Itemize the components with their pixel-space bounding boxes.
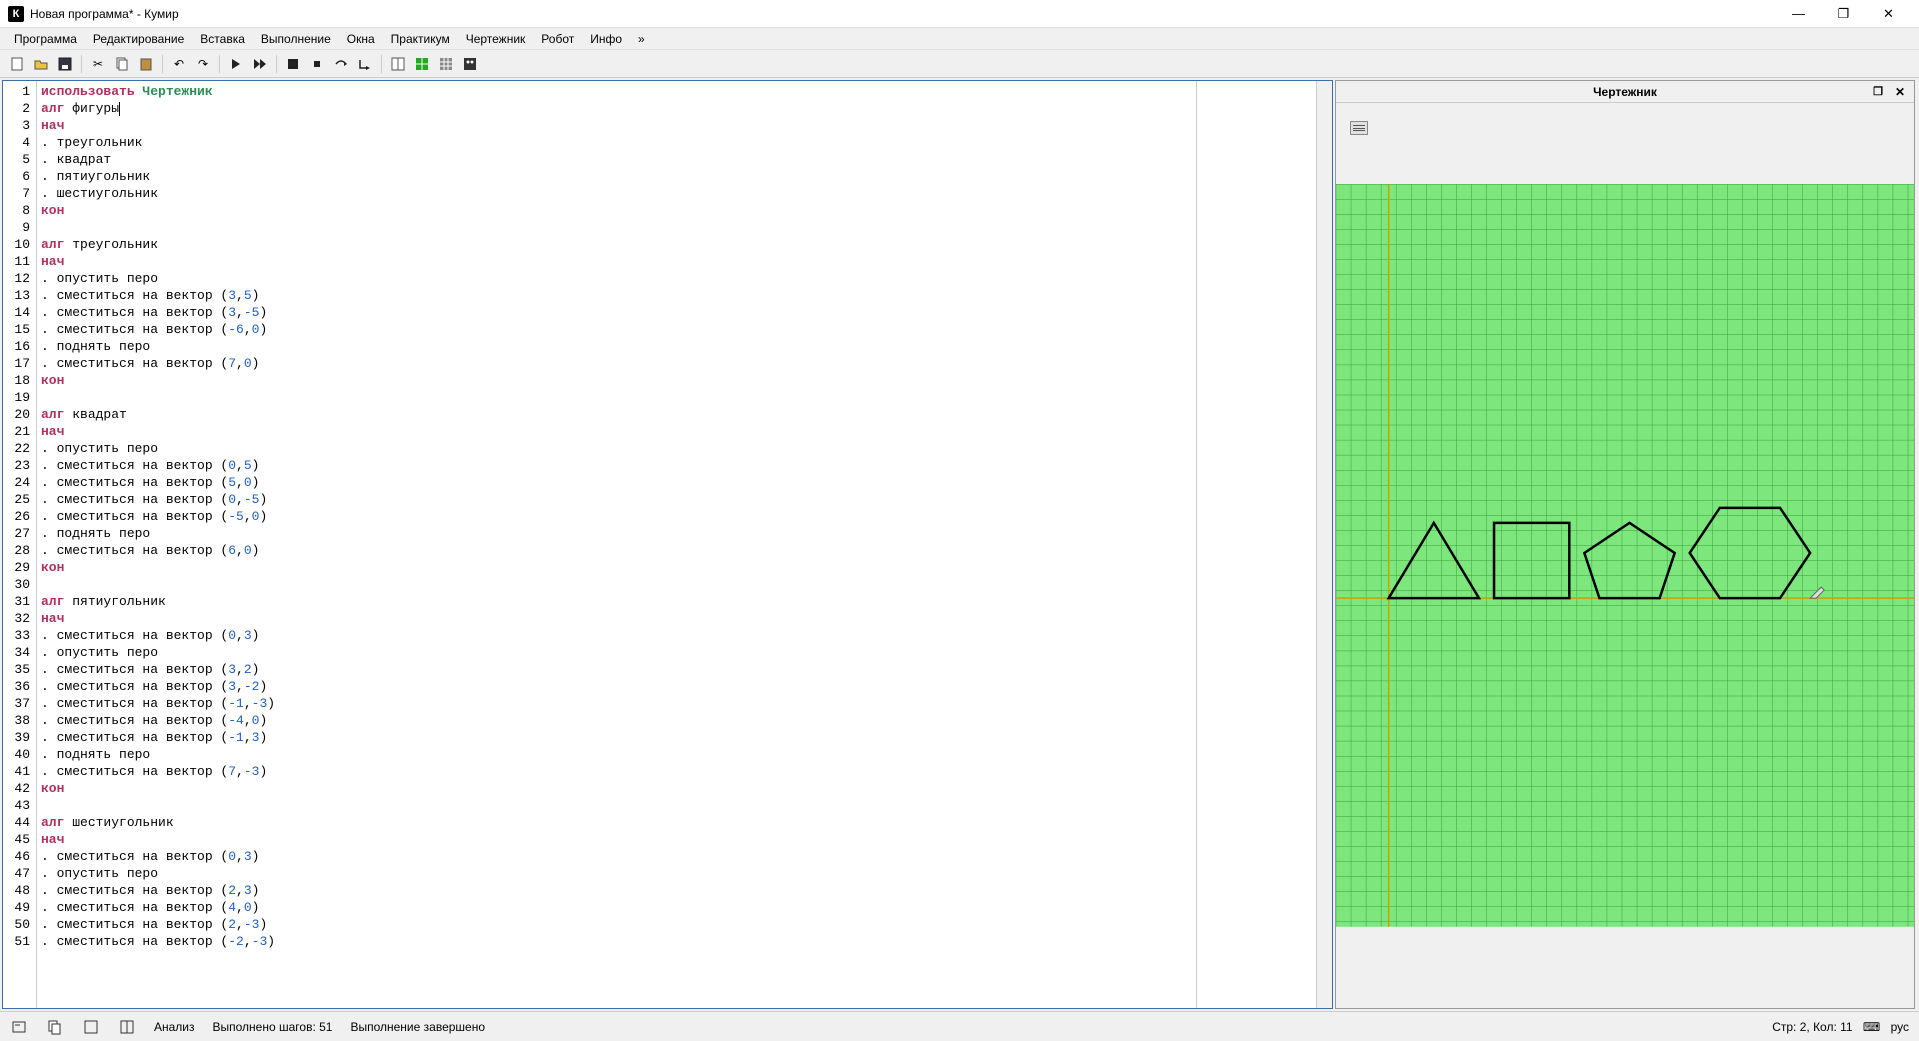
line-gutter: 1234567891011121314151617181920212223242… [3,81,37,1008]
close-drawer-icon[interactable]: ✕ [1892,84,1908,100]
step-into-icon[interactable] [354,53,376,75]
window-title: Новая программа* - Кумир [30,7,179,21]
run-icon[interactable] [225,53,247,75]
editor-pane: 1234567891011121314151617181920212223242… [2,80,1333,1009]
cursor-position: Стр: 2, Кол: 11 [1772,1020,1852,1034]
step-over-icon[interactable] [330,53,352,75]
stop-icon[interactable] [282,53,304,75]
menu-робот[interactable]: Робот [533,30,582,48]
menu-окна[interactable]: Окна [339,30,383,48]
hamburger-icon[interactable] [1350,121,1368,135]
menu-программа[interactable]: Программа [6,30,85,48]
terminal-icon[interactable] [82,1018,100,1036]
output-icon[interactable] [10,1018,28,1036]
open-file-icon[interactable] [30,53,52,75]
cut-icon[interactable]: ✂ [87,53,109,75]
menu-»[interactable]: » [630,30,653,48]
keyboard-icon[interactable]: ⌨ [1863,1018,1881,1036]
app-icon: К [8,6,24,22]
main-area: 1234567891011121314151617181920212223242… [0,78,1919,1011]
robot-icon[interactable] [459,53,481,75]
close-button[interactable]: ✕ [1866,0,1911,28]
steps-label: Выполнено шагов: 51 [213,1020,333,1034]
menu-выполнение[interactable]: Выполнение [253,30,339,48]
drawer-pane: Чертежник ❐ ✕ [1335,80,1915,1009]
vertical-scrollbar[interactable] [1316,81,1332,1008]
exec-status: Выполнение завершено [350,1020,485,1034]
menu-редактирование[interactable]: Редактирование [85,30,192,48]
drawer-title-bar: Чертежник ❐ ✕ [1336,81,1914,103]
maximize-button[interactable]: ❐ [1821,0,1866,28]
lang-indicator[interactable]: рус [1891,1020,1909,1034]
toolbar: ✂ ↶ ↷ [0,50,1919,78]
undo-icon[interactable]: ↶ [168,53,190,75]
split-icon[interactable] [118,1018,136,1036]
copy-icon[interactable] [111,53,133,75]
title-bar: К Новая программа* - Кумир ― ❐ ✕ [0,0,1919,28]
drawer-title: Чертежник [1593,85,1657,99]
grid3-icon[interactable] [435,53,457,75]
status-bar: Анализ Выполнено шагов: 51 Выполнение за… [0,1011,1919,1041]
side-panel [1196,81,1316,1008]
analysis-label[interactable]: Анализ [154,1020,195,1034]
grid1-icon[interactable] [387,53,409,75]
menu-bar: ПрограммаРедактированиеВставкаВыполнение… [0,28,1919,50]
run-fast-icon[interactable] [249,53,271,75]
undock-icon[interactable]: ❐ [1870,84,1886,100]
copy-output-icon[interactable] [46,1018,64,1036]
minimize-button[interactable]: ― [1776,0,1821,28]
paste-icon[interactable] [135,53,157,75]
menu-чертежник[interactable]: Чертежник [458,30,534,48]
save-file-icon[interactable] [54,53,76,75]
drawer-canvas[interactable] [1336,103,1914,1008]
code-editor[interactable]: использовать Чертежникалг фигурынач. тре… [37,81,1196,1008]
menu-инфо[interactable]: Инфо [582,30,630,48]
menu-практикум[interactable]: Практикум [383,30,458,48]
new-file-icon[interactable] [6,53,28,75]
grid2-icon[interactable] [411,53,433,75]
redo-icon[interactable]: ↷ [192,53,214,75]
menu-вставка[interactable]: Вставка [192,30,253,48]
step-small-icon[interactable] [306,53,328,75]
